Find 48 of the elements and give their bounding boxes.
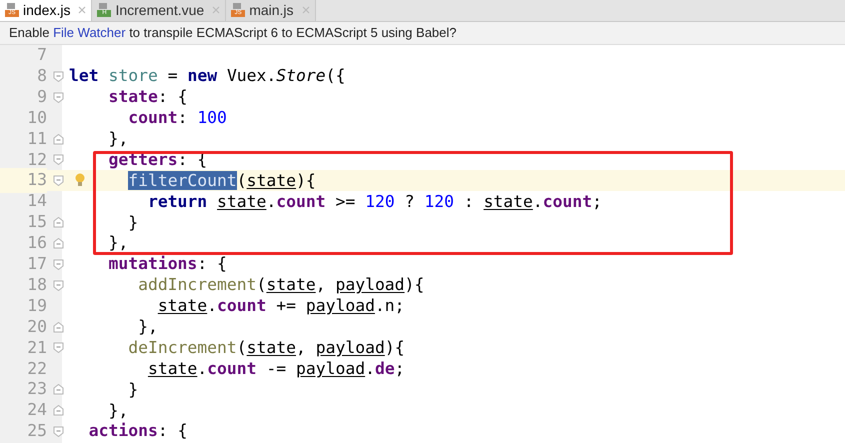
tab-label: Increment.vue bbox=[115, 0, 204, 20]
code-line: count: 100 bbox=[127, 108, 227, 128]
line-number: 12 bbox=[26, 148, 47, 171]
line-number: 24 bbox=[26, 399, 47, 422]
tab-label: main.js bbox=[249, 0, 294, 20]
fold-marker-icon[interactable] bbox=[52, 258, 64, 270]
line-number: 23 bbox=[26, 378, 47, 400]
line-number: 16 bbox=[26, 232, 47, 254]
code-line: return state.count >= 120 ? 120 : state.count; bbox=[146, 192, 602, 212]
line-number: 18 bbox=[26, 274, 47, 296]
line-number: 22 bbox=[26, 358, 47, 380]
tab-label: index.js bbox=[23, 0, 70, 20]
code-line: state.count -= payload.de; bbox=[146, 358, 405, 379]
code-line: mutations: { bbox=[107, 254, 227, 274]
close-icon[interactable] bbox=[78, 6, 86, 14]
line-number: 21 bbox=[26, 336, 47, 359]
banner-message: Enable File Watcher to transpile ECMAScript 6 to ECMAScript 5 using Babel? bbox=[9, 24, 457, 42]
fold-marker-icon[interactable] bbox=[52, 70, 64, 82]
fold-marker-icon[interactable] bbox=[52, 92, 64, 103]
line-number: 13 bbox=[0, 168, 47, 194]
code-line: filterCount(state){ bbox=[127, 170, 316, 191]
code-line: state: { bbox=[107, 87, 188, 108]
fold-marker-icon[interactable] bbox=[52, 175, 64, 186]
line-number: 10 bbox=[26, 106, 47, 129]
code-line: } bbox=[127, 380, 138, 400]
line-number: 9 bbox=[36, 86, 47, 108]
code-line: }, bbox=[137, 317, 158, 338]
line-number: 25 bbox=[26, 420, 47, 442]
fold-marker-icon[interactable] bbox=[52, 280, 64, 291]
code-line: deIncrement(state, payload){ bbox=[127, 338, 405, 358]
line-number: 19 bbox=[26, 294, 47, 317]
code-line: let store = new Vuex.Store({ bbox=[69, 66, 346, 86]
code-line: } bbox=[127, 212, 138, 233]
code-line: actions: { bbox=[88, 421, 188, 442]
line-number: 11 bbox=[26, 128, 47, 150]
line-number: 17 bbox=[26, 253, 47, 276]
code-line: addIncrement(state, payload){ bbox=[137, 275, 424, 296]
lightbulb-icon[interactable] bbox=[75, 173, 85, 188]
file-watcher-link[interactable]: File Watcher bbox=[53, 25, 126, 40]
code-line: state.count += payload.n; bbox=[156, 296, 405, 316]
code-line: }, bbox=[107, 129, 128, 149]
line-number: 8 bbox=[36, 65, 47, 88]
code-line: }, bbox=[107, 400, 128, 421]
line-number: 7 bbox=[36, 44, 47, 66]
code-line: }, bbox=[107, 233, 128, 254]
line-number: 15 bbox=[26, 211, 47, 234]
line-number: 20 bbox=[26, 316, 47, 338]
fold-marker-icon[interactable] bbox=[52, 426, 64, 437]
